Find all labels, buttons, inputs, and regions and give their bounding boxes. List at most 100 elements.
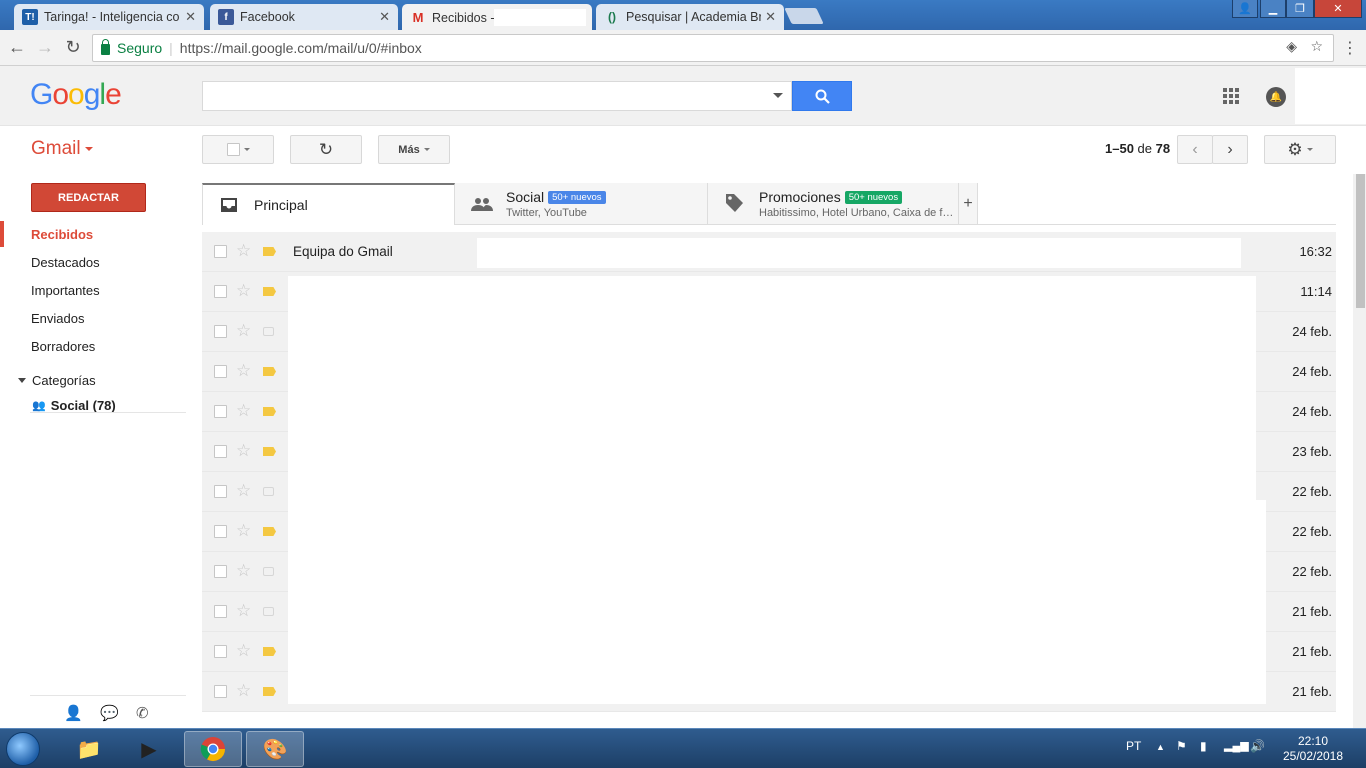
paint-icon[interactable]: 🎨 [246,731,304,767]
browser-menu-icon[interactable]: ⋮ [1342,38,1358,58]
row-checkbox[interactable] [214,445,227,458]
settings-button[interactable]: ⚙ [1264,135,1336,164]
bookmark-star-icon[interactable]: ☆ [1310,38,1323,55]
browser-tab-academia[interactable]: () Pesquisar | Academia Bra ✕ [596,4,784,30]
volume-icon[interactable]: 🔊 [1250,739,1265,753]
important-marker-icon[interactable] [263,407,276,416]
url-text[interactable]: https://mail.google.com/mail/u/0/#inbox [180,40,422,56]
row-checkbox[interactable] [214,645,227,658]
scrollbar-thumb[interactable] [1356,174,1365,308]
row-checkbox[interactable] [214,565,227,578]
back-arrow-icon[interactable]: ← [6,37,28,58]
close-tab-icon[interactable]: ✕ [765,9,776,25]
star-icon[interactable]: ☆ [236,441,251,461]
row-checkbox[interactable] [214,285,227,298]
notifications-bell-icon[interactable]: 🔔 [1266,87,1286,107]
row-checkbox[interactable] [214,605,227,618]
media-player-icon[interactable]: ▶ [120,731,178,767]
row-checkbox[interactable] [214,485,227,498]
star-icon[interactable]: ☆ [236,401,251,421]
important-marker-icon[interactable] [263,367,276,376]
search-input[interactable] [202,81,792,111]
row-checkbox[interactable] [214,325,227,338]
close-tab-icon[interactable]: ✕ [185,9,196,25]
browser-tab-facebook[interactable]: f Facebook ✕ [210,4,398,30]
important-marker-icon[interactable] [263,487,274,496]
star-icon[interactable]: ☆ [236,361,251,381]
tab-promotions[interactable]: Promociones 50+ nuevos Habitissimo, Hotel… [708,183,959,225]
search-button[interactable] [792,81,852,111]
select-all-checkbox[interactable] [226,143,240,156]
search-options-caret-icon[interactable] [773,93,783,98]
browser-tab-taringa[interactable]: T! Taringa! - Inteligencia co ✕ [14,4,204,30]
file-explorer-icon[interactable]: 📁 [60,731,118,767]
browser-tab-gmail[interactable]: M Recibidos - [402,4,592,31]
important-marker-icon[interactable] [263,327,274,336]
language-indicator[interactable]: PT [1126,739,1141,753]
important-marker-icon[interactable] [263,247,276,256]
row-checkbox[interactable] [214,245,227,258]
minimize-button[interactable]: ▁ [1260,0,1286,18]
previous-page-button[interactable]: ‹ [1177,135,1213,164]
star-icon[interactable]: ☆ [236,641,251,661]
apps-grid-icon[interactable] [1223,88,1239,104]
power-icon[interactable]: ▮ [1200,739,1207,753]
person-icon[interactable]: 👤 [64,704,83,722]
address-bar[interactable]: Seguro | https://mail.google.com/mail/u/… [92,34,1334,62]
sidebar-item-categories[interactable]: Categorías [0,367,200,393]
tab-social[interactable]: Social 50+ nuevos Twitter, YouTube [455,183,708,225]
maximize-button[interactable]: ❐ [1286,0,1314,18]
star-icon[interactable]: ☆ [236,241,251,261]
reload-icon[interactable]: ↻ [62,37,84,58]
action-center-icon[interactable]: ⚑ [1176,739,1187,753]
compose-button[interactable]: REDACTAR [31,183,146,212]
star-icon[interactable]: ☆ [236,681,251,701]
sidebar-item-starred[interactable]: Destacados [0,249,200,275]
select-checkbox-dropdown[interactable] [202,135,274,164]
important-marker-icon[interactable] [263,447,276,456]
important-marker-icon[interactable] [263,647,276,656]
eye-icon[interactable]: ◈ [1286,38,1297,55]
sidebar-item-inbox[interactable]: Recibidos [0,221,200,247]
refresh-button[interactable]: ↻ [290,135,362,164]
user-icon[interactable]: 👤 [1232,0,1258,18]
start-button[interactable] [6,732,40,766]
next-page-button[interactable]: › [1212,135,1248,164]
close-tab-icon[interactable]: ✕ [379,9,390,25]
sidebar-item-important[interactable]: Importantes [0,277,200,303]
important-marker-icon[interactable] [263,527,276,536]
sidebar-item-drafts[interactable]: Borradores [0,333,200,359]
show-hidden-icons-icon[interactable]: ▲ [1156,742,1165,752]
important-marker-icon[interactable] [263,287,276,296]
forward-arrow-icon[interactable]: → [34,37,56,58]
clock[interactable]: 22:10 25/02/2018 [1280,734,1346,764]
row-checkbox[interactable] [214,365,227,378]
network-icon[interactable]: ▂▄▆ [1224,739,1249,752]
add-tab-button[interactable]: + [959,183,978,225]
account-area[interactable] [1295,68,1366,124]
close-window-button[interactable]: ✕ [1314,0,1362,18]
sidebar-item-sent[interactable]: Enviados [0,305,200,331]
star-icon[interactable]: ☆ [236,281,251,301]
pager-total: 78 [1155,141,1171,156]
important-marker-icon[interactable] [263,567,274,576]
row-checkbox[interactable] [214,525,227,538]
star-icon[interactable]: ☆ [236,521,251,541]
google-logo[interactable]: Google [30,78,122,112]
tab-principal[interactable]: Principal [202,183,455,225]
hangouts-icon[interactable]: 💬 [100,704,119,722]
more-button[interactable]: Más [378,135,450,164]
row-checkbox[interactable] [214,405,227,418]
star-icon[interactable]: ☆ [236,481,251,501]
star-icon[interactable]: ☆ [236,561,251,581]
star-icon[interactable]: ☆ [236,321,251,341]
important-marker-icon[interactable] [263,687,276,696]
row-checkbox[interactable] [214,685,227,698]
chrome-icon[interactable] [184,731,242,767]
gmail-menu[interactable]: Gmail [31,138,93,160]
important-marker-icon[interactable] [263,607,274,616]
new-tab-button[interactable] [784,8,824,24]
star-icon[interactable]: ☆ [236,601,251,621]
table-row[interactable]: ☆ Equipa do Gmail 16:32 [202,232,1336,272]
phone-icon[interactable]: ✆ [136,704,149,722]
